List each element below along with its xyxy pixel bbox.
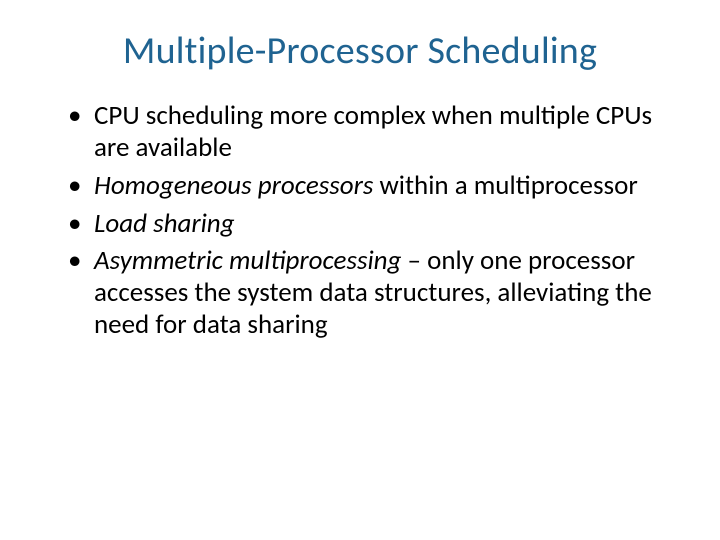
slide-title: Multiple-Processor Scheduling: [40, 28, 680, 74]
list-item: Load sharing: [68, 208, 680, 240]
bullet-text-emph: Homogeneous processors: [94, 169, 373, 202]
bullet-text: within a multiprocessor: [373, 169, 637, 202]
bullet-list: CPU scheduling more complex when multipl…: [40, 100, 680, 341]
bullet-text: CPU scheduling more complex when multipl…: [94, 99, 652, 164]
list-item: Asymmetric multiprocessing – only one pr…: [68, 245, 680, 341]
bullet-text-emph: Asymmetric multiprocessing: [94, 244, 401, 277]
list-item: Homogeneous processors within a multipro…: [68, 170, 680, 202]
slide: Multiple-Processor Scheduling CPU schedu…: [0, 0, 720, 540]
list-item: CPU scheduling more complex when multipl…: [68, 100, 680, 164]
bullet-text-emph: Load sharing: [94, 207, 235, 240]
